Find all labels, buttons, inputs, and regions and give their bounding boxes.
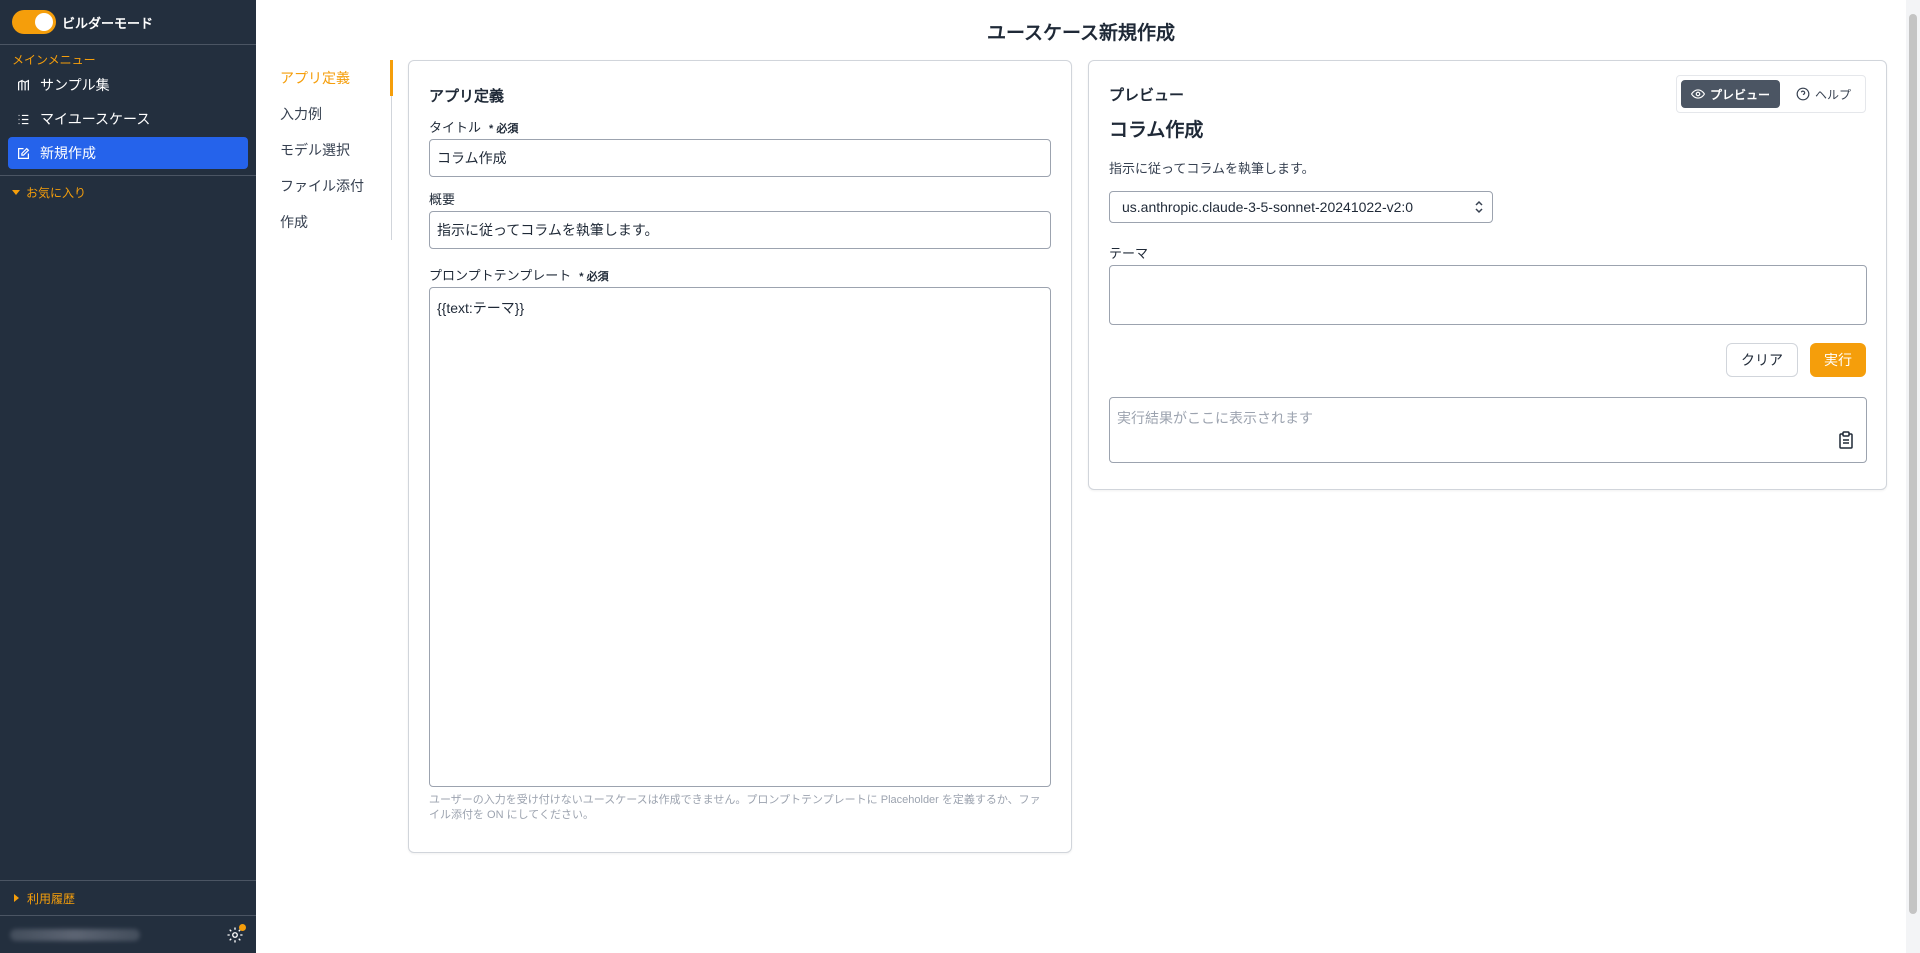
help-tab[interactable]: ヘルプ: [1786, 80, 1861, 108]
user-row: [0, 916, 256, 953]
prompt-hint: ユーザーの入力を受け付けないユースケースは作成できません。プロンプトテンプレート…: [429, 794, 1041, 821]
run-button[interactable]: 実行: [1810, 343, 1866, 377]
help-tab-label: ヘルプ: [1814, 87, 1851, 102]
builder-mode-row: ビルダーモード: [0, 0, 256, 45]
preview-tab[interactable]: プレビュー: [1680, 80, 1780, 108]
book-icon: [16, 78, 30, 92]
preview-tab-label: プレビュー: [1709, 87, 1770, 102]
clipboard-icon: [1839, 431, 1853, 449]
caret-right-icon: [14, 894, 19, 902]
chevron-updown-icon: [1475, 200, 1483, 214]
section-nav-input-example[interactable]: 入力例: [272, 96, 391, 132]
title-label: タイトル: [429, 120, 482, 135]
section-nav-create[interactable]: 作成: [272, 204, 391, 240]
section-nav-model-select[interactable]: モデル選択: [272, 132, 391, 168]
prompt-template-label: プロンプトテンプレート: [429, 268, 572, 283]
page-scrollbar[interactable]: [1906, 0, 1920, 953]
model-select-value: us.anthropic.claude-3-5-sonnet-20241022-…: [1122, 199, 1414, 215]
app-definition-card: アプリ定義 タイトル * 必須 コラム作成 概要 指示に従ってコラムを執筆します…: [408, 60, 1072, 853]
builder-mode-toggle[interactable]: [12, 10, 56, 34]
result-placeholder: 実行結果がここに表示されます: [1117, 410, 1313, 426]
sidebar-item-label: 新規作成: [40, 145, 96, 161]
user-name-blurred: [10, 928, 140, 941]
preview-card: プレビュー プレビュー ヘルプ コラム作成 指示に従ってコラムを執筆します。 u…: [1088, 60, 1887, 490]
page-title: ユースケース新規作成: [986, 22, 1176, 44]
main-menu-title: メインメニュー: [12, 53, 96, 67]
prompt-label-row: プロンプトテンプレート * 必須: [429, 265, 1051, 284]
result-area: 実行結果がここに表示されます: [1109, 397, 1867, 463]
summary-label: 概要: [429, 192, 456, 207]
sidebar-item-new[interactable]: 新規作成: [8, 137, 248, 169]
section-nav-file-attach[interactable]: ファイル添付: [272, 168, 391, 204]
preview-help-switch: プレビュー ヘルプ: [1675, 75, 1866, 113]
preview-heading: プレビュー: [1109, 86, 1185, 104]
preview-header-row: プレビュー プレビュー ヘルプ: [1109, 75, 1866, 113]
section-nav-app-definition[interactable]: アプリ定義: [272, 60, 393, 96]
settings-button[interactable]: [226, 923, 246, 944]
sidebar-item-label: マイユースケース: [40, 111, 151, 127]
history-toggle[interactable]: 利用履歴: [0, 880, 256, 916]
preview-title: コラム作成: [1109, 120, 1204, 141]
toggle-knob: [35, 13, 53, 31]
preview-description: 指示に従ってコラムを執筆します。: [1109, 161, 1315, 176]
builder-mode-label: ビルダーモード: [62, 15, 154, 31]
preview-actions: クリア 実行: [1109, 343, 1866, 377]
required-badge: * 必須: [579, 271, 609, 283]
eye-icon: [1690, 89, 1705, 99]
history-label: 利用履歴: [27, 891, 76, 906]
help-circle-icon: [1796, 87, 1810, 101]
sidebar-item-samples[interactable]: サンプル集: [8, 69, 248, 101]
list-icon: [16, 112, 30, 126]
summary-label-row: 概要: [429, 189, 1051, 208]
theme-label: テーマ: [1109, 246, 1149, 261]
title-input[interactable]: コラム作成: [429, 139, 1051, 177]
app-definition-heading: アプリ定義: [429, 88, 505, 105]
caret-down-icon: [12, 190, 20, 195]
prompt-template-textarea[interactable]: {{text:テーマ}}: [429, 287, 1051, 787]
sidebar: ビルダーモード メインメニュー サンプル集 マイユースケース 新規作成 お気に入…: [0, 0, 256, 953]
notification-dot: [239, 923, 246, 931]
required-badge: * 必須: [489, 123, 519, 135]
theme-textarea[interactable]: [1109, 265, 1867, 325]
clear-button[interactable]: クリア: [1726, 343, 1798, 377]
sidebar-item-label: サンプル集: [40, 77, 110, 93]
summary-input[interactable]: 指示に従ってコラムを執筆します。: [429, 211, 1051, 249]
model-select[interactable]: us.anthropic.claude-3-5-sonnet-20241022-…: [1109, 191, 1493, 223]
favorites-toggle[interactable]: お気に入り: [0, 176, 256, 209]
edit-icon: [16, 146, 30, 160]
copy-button[interactable]: [1838, 431, 1854, 452]
favorites-label: お気に入り: [26, 186, 87, 200]
sidebar-item-my-usecases[interactable]: マイユースケース: [8, 103, 248, 135]
scrollbar-thumb[interactable]: [1909, 14, 1917, 914]
title-label-row: タイトル * 必須: [429, 117, 1051, 136]
section-nav: アプリ定義 入力例 モデル選択 ファイル添付 作成: [272, 60, 393, 240]
